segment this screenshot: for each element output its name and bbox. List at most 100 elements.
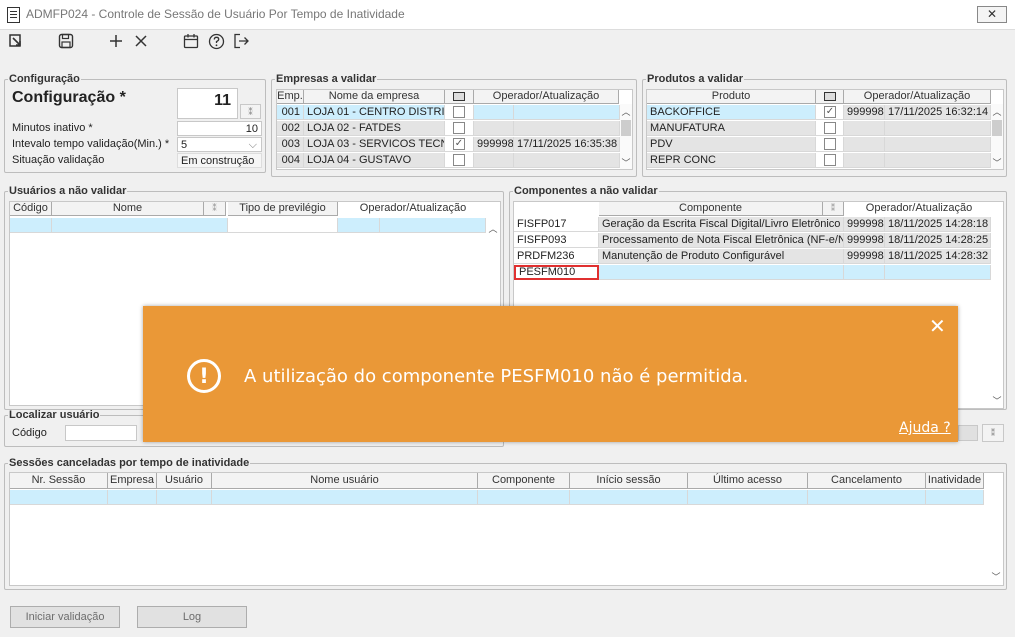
iniciar-validacao-button[interactable]: Iniciar validação: [10, 606, 120, 628]
sessoes-header[interactable]: Inatividade: [926, 473, 984, 489]
produtos-row-operador[interactable]: 999998: [844, 105, 885, 120]
empresas-row-data[interactable]: [514, 153, 620, 168]
usuarios-header-nome[interactable]: Nome: [52, 202, 204, 216]
close-icon[interactable]: ✕: [929, 314, 946, 338]
empresas-row-cod[interactable]: 002: [277, 121, 304, 136]
row-checkbox[interactable]: [453, 122, 465, 134]
usuarios-header-tipo[interactable]: Tipo de previlégio: [228, 202, 338, 216]
produtos-header-operador[interactable]: Operador/Atualização: [844, 90, 991, 104]
componentes-row-operador[interactable]: 999998: [844, 249, 885, 264]
log-button[interactable]: Log: [137, 606, 247, 628]
sessoes-cell[interactable]: [10, 490, 108, 505]
produtos-row-operador[interactable]: [844, 121, 885, 136]
componentes-row-desc[interactable]: Manutenção de Produto Configurável: [599, 249, 844, 264]
interval-select[interactable]: 5 ⌵: [177, 137, 262, 152]
produtos-row-operador[interactable]: [844, 137, 885, 152]
row-checkbox[interactable]: [453, 154, 465, 166]
sessoes-cell[interactable]: [808, 490, 926, 505]
componentes-row-cod[interactable]: PESFM010: [514, 265, 599, 280]
empresas-scrollbar[interactable]: ︿ ﹀: [620, 104, 632, 169]
produtos-row-data[interactable]: 17/11/2025 16:32:14: [885, 105, 991, 120]
empresas-row-data[interactable]: [514, 121, 620, 136]
componentes-row-cod[interactable]: PRDFM236: [514, 249, 599, 264]
row-checkbox[interactable]: ✓: [453, 138, 465, 150]
empresas-row-nome[interactable]: LOJA 02 - FATDES: [304, 121, 445, 136]
sessoes-header[interactable]: Usuário: [157, 473, 212, 489]
produtos-row-nome[interactable]: BACKOFFICE: [647, 105, 816, 120]
row-checkbox[interactable]: [453, 106, 465, 118]
sessoes-cell[interactable]: [688, 490, 808, 505]
row-checkbox[interactable]: [824, 138, 836, 150]
componentes-row-data[interactable]: 18/11/2025 14:28:18: [885, 217, 991, 232]
sessoes-cell[interactable]: [570, 490, 688, 505]
componentes-row-desc[interactable]: Geração da Escrita Fiscal Digital/Livro …: [599, 217, 844, 232]
empresas-row-nome[interactable]: LOJA 03 - SERVICOS TECNO: [304, 137, 445, 152]
componentes-header-lookup[interactable]: ⁑: [823, 202, 844, 216]
usuarios-cell[interactable]: [338, 218, 380, 233]
sessoes-header[interactable]: Último acesso: [688, 473, 808, 489]
empresas-row-operador[interactable]: 999998: [474, 137, 514, 152]
usuarios-header-lookup[interactable]: ⁑: [204, 202, 226, 216]
scroll-down-icon[interactable]: ﹀: [991, 394, 1003, 407]
sessoes-header[interactable]: Nome usuário: [212, 473, 478, 489]
componentes-row-data[interactable]: 18/11/2025 14:28:25: [885, 233, 991, 248]
scroll-down-icon[interactable]: ﹀: [990, 570, 1002, 583]
componentes-lookup-button[interactable]: ⁑: [982, 424, 1004, 442]
produtos-row-nome[interactable]: REPR CONC: [647, 153, 816, 168]
sessoes-cell[interactable]: [212, 490, 478, 505]
produtos-row-data[interactable]: [885, 153, 991, 168]
empresas-header-check[interactable]: [445, 90, 474, 104]
empresas-row-cod[interactable]: 001: [277, 105, 304, 120]
exit-icon[interactable]: [5, 33, 27, 55]
produtos-header-produto[interactable]: Produto: [647, 90, 816, 104]
logout-icon[interactable]: [230, 33, 252, 55]
componentes-row-desc[interactable]: Processamento de Nota Fiscal Eletrônica …: [599, 233, 844, 248]
empresas-row-nome[interactable]: LOJA 01 - CENTRO DISTRIBU: [304, 105, 445, 120]
produtos-row-data[interactable]: [885, 121, 991, 136]
sessoes-cell[interactable]: [926, 490, 984, 505]
scroll-thumb[interactable]: [621, 120, 631, 136]
localizar-codigo-input[interactable]: [65, 425, 137, 441]
componentes-row-data[interactable]: [885, 265, 991, 280]
produtos-row-operador[interactable]: [844, 153, 885, 168]
componentes-row-data[interactable]: 18/11/2025 14:28:32: [885, 249, 991, 264]
componentes-row-operador[interactable]: 999998: [844, 217, 885, 232]
componentes-row-cod[interactable]: FISFP093: [514, 233, 599, 248]
componentes-row-operador[interactable]: [844, 265, 885, 280]
produtos-scrollbar[interactable]: ︿ ﹀: [991, 104, 1003, 169]
empresas-header-operador[interactable]: Operador/Atualização: [474, 90, 619, 104]
empresas-header-nome[interactable]: Nome da empresa: [304, 90, 445, 104]
row-checkbox[interactable]: [824, 154, 836, 166]
empresas-row-operador[interactable]: [474, 105, 514, 120]
sessoes-header[interactable]: Nr. Sessão: [10, 473, 108, 489]
usuarios-cell[interactable]: [10, 218, 52, 233]
scroll-up-icon[interactable]: ︿: [487, 222, 499, 235]
empresas-header-cod[interactable]: Emp.: [277, 90, 304, 104]
toast-help-link[interactable]: Ajuda ?: [899, 420, 951, 436]
produtos-header-check[interactable]: [816, 90, 844, 104]
produtos-row-nome[interactable]: PDV: [647, 137, 816, 152]
usuarios-header-operador[interactable]: Operador/Atualização: [338, 202, 488, 216]
empresas-row-cod[interactable]: 004: [277, 153, 304, 168]
scroll-thumb[interactable]: [992, 120, 1002, 136]
calendar-icon[interactable]: [180, 33, 202, 55]
empresas-row-data[interactable]: [514, 105, 620, 120]
sessoes-cell[interactable]: [157, 490, 212, 505]
empresas-row-data[interactable]: 17/11/2025 16:35:38: [514, 137, 620, 152]
produtos-row-data[interactable]: [885, 137, 991, 152]
empresas-row-operador[interactable]: [474, 153, 514, 168]
empresas-row-cod[interactable]: 003: [277, 137, 304, 152]
config-lookup-button[interactable]: ⁑: [240, 104, 261, 119]
sessoes-cell[interactable]: [478, 490, 570, 505]
config-number-field[interactable]: 11: [177, 88, 238, 119]
sessoes-header[interactable]: Empresa: [108, 473, 157, 489]
window-close-button[interactable]: ✕: [977, 6, 1007, 23]
save-icon[interactable]: [55, 33, 77, 55]
add-icon[interactable]: [105, 33, 127, 55]
componentes-header-componente[interactable]: Componente: [599, 202, 823, 216]
componentes-search-field[interactable]: [958, 425, 978, 441]
sessoes-cell[interactable]: [108, 490, 157, 505]
produtos-row-nome[interactable]: MANUFATURA: [647, 121, 816, 136]
usuarios-cell[interactable]: [52, 218, 228, 233]
sessoes-header[interactable]: Cancelamento: [808, 473, 926, 489]
